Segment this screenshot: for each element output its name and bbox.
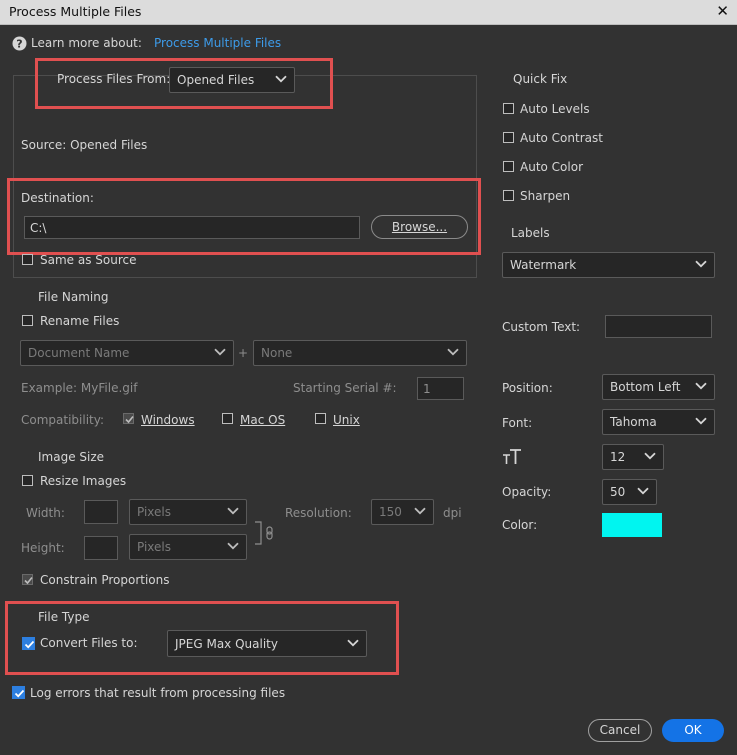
naming-second-select[interactable]: None bbox=[253, 340, 467, 366]
checkmark-icon bbox=[125, 415, 134, 424]
highlight-destination bbox=[7, 178, 481, 255]
starting-serial-value: 1 bbox=[423, 381, 431, 396]
chevron-down-icon bbox=[695, 417, 707, 425]
font-size-value: 12 bbox=[610, 450, 626, 464]
chevron-down-icon bbox=[414, 507, 426, 515]
ok-button-label: OK bbox=[684, 723, 702, 737]
window-title: Process Multiple Files bbox=[9, 4, 142, 19]
label-type-select[interactable]: Watermark bbox=[502, 252, 715, 278]
sharpen-label: Sharpen bbox=[520, 189, 571, 203]
height-unit-select[interactable]: Pixels bbox=[129, 534, 247, 560]
resolution-label: Resolution: bbox=[285, 506, 352, 520]
same-as-source-checkbox[interactable] bbox=[22, 254, 33, 265]
learn-more-link[interactable]: Process Multiple Files bbox=[154, 36, 281, 50]
text-size-icon bbox=[503, 449, 521, 464]
width-label: Width: bbox=[26, 506, 65, 520]
highlight-process-from bbox=[35, 58, 333, 109]
labels-title: Labels bbox=[511, 226, 550, 240]
close-icon[interactable]: ✕ bbox=[716, 2, 729, 20]
file-naming-title: File Naming bbox=[38, 290, 109, 304]
unix-checkbox[interactable] bbox=[315, 413, 326, 424]
width-unit-select[interactable]: Pixels bbox=[129, 499, 247, 525]
auto-contrast-checkbox[interactable] bbox=[503, 132, 514, 143]
naming-first-value: Document Name bbox=[28, 346, 130, 360]
log-errors-label: Log errors that result from processing f… bbox=[30, 686, 286, 700]
height-unit-value: Pixels bbox=[137, 540, 172, 554]
font-select[interactable]: Tahoma bbox=[602, 409, 715, 435]
auto-color-label: Auto Color bbox=[520, 160, 584, 174]
height-input[interactable] bbox=[84, 536, 118, 560]
unix-label: Unix bbox=[333, 413, 360, 427]
color-swatch[interactable] bbox=[602, 513, 662, 537]
color-label: Color: bbox=[502, 518, 538, 532]
opacity-label: Opacity: bbox=[502, 485, 552, 499]
source-text: Source: Opened Files bbox=[21, 138, 148, 152]
opacity-select[interactable]: 50 bbox=[602, 479, 657, 505]
resolution-value: 150 bbox=[379, 505, 402, 519]
constrain-proportions-checkbox[interactable] bbox=[22, 574, 33, 585]
font-size-select[interactable]: 12 bbox=[602, 444, 664, 470]
help-icon[interactable]: ? bbox=[12, 36, 27, 51]
opacity-value: 50 bbox=[610, 485, 626, 499]
naming-plus: + bbox=[238, 346, 249, 360]
link-chain-icon[interactable] bbox=[253, 519, 279, 547]
custom-text-label: Custom Text: bbox=[502, 320, 581, 334]
naming-example: Example: MyFile.gif bbox=[21, 381, 138, 395]
position-value: Bottom Left bbox=[610, 380, 681, 394]
rename-files-label: Rename Files bbox=[40, 314, 120, 328]
checkmark-icon bbox=[24, 576, 33, 585]
highlight-file-type bbox=[5, 601, 399, 675]
quick-fix-title: Quick Fix bbox=[513, 72, 568, 86]
chevron-down-icon bbox=[447, 348, 459, 356]
chevron-down-icon bbox=[695, 260, 707, 268]
chevron-down-icon bbox=[227, 542, 239, 550]
constrain-proportions-label: Constrain Proportions bbox=[40, 573, 170, 587]
auto-color-checkbox[interactable] bbox=[503, 161, 514, 172]
custom-text-input[interactable] bbox=[605, 315, 712, 338]
title-bar: Process Multiple Files ✕ bbox=[0, 0, 737, 25]
chevron-down-icon bbox=[214, 348, 226, 356]
font-value: Tahoma bbox=[610, 415, 657, 429]
position-label: Position: bbox=[502, 381, 553, 395]
compatibility-label: Compatibility: bbox=[21, 413, 105, 427]
naming-second-value: None bbox=[261, 346, 293, 360]
macos-checkbox[interactable] bbox=[222, 413, 233, 424]
chevron-down-icon bbox=[637, 487, 649, 495]
starting-serial-label: Starting Serial #: bbox=[293, 381, 397, 395]
ok-button[interactable]: OK bbox=[662, 719, 724, 742]
learn-more-label: Learn more about: bbox=[31, 36, 142, 50]
resize-images-label: Resize Images bbox=[40, 474, 127, 488]
windows-label: Windows bbox=[141, 413, 195, 427]
checkmark-icon bbox=[14, 689, 25, 698]
auto-contrast-label: Auto Contrast bbox=[520, 131, 603, 145]
chevron-down-icon bbox=[695, 382, 707, 390]
cancel-button-label: Cancel bbox=[599, 723, 641, 737]
naming-first-select[interactable]: Document Name bbox=[20, 340, 234, 366]
macos-label: Mac OS bbox=[240, 413, 286, 427]
position-select[interactable]: Bottom Left bbox=[602, 374, 715, 400]
label-type-value: Watermark bbox=[510, 258, 577, 272]
sharpen-checkbox[interactable] bbox=[503, 190, 514, 201]
width-unit-value: Pixels bbox=[137, 505, 172, 519]
height-label: Height: bbox=[21, 541, 65, 555]
cancel-button[interactable]: Cancel bbox=[588, 719, 652, 742]
log-errors-checkbox[interactable] bbox=[12, 686, 25, 699]
starting-serial-input[interactable]: 1 bbox=[417, 377, 464, 400]
svg-text:?: ? bbox=[16, 38, 22, 51]
auto-levels-checkbox[interactable] bbox=[503, 103, 514, 114]
dpi-label: dpi bbox=[443, 506, 462, 520]
windows-checkbox[interactable] bbox=[123, 413, 134, 424]
resize-images-checkbox[interactable] bbox=[22, 475, 33, 486]
image-size-title: Image Size bbox=[38, 450, 105, 464]
font-label: Font: bbox=[502, 416, 533, 430]
width-input[interactable] bbox=[84, 500, 118, 524]
rename-files-checkbox[interactable] bbox=[22, 315, 33, 326]
chevron-down-icon bbox=[227, 507, 239, 515]
chevron-down-icon bbox=[644, 452, 656, 460]
same-as-source-label: Same as Source bbox=[40, 253, 137, 267]
resolution-select[interactable]: 150 bbox=[371, 499, 434, 525]
auto-levels-label: Auto Levels bbox=[520, 102, 590, 116]
